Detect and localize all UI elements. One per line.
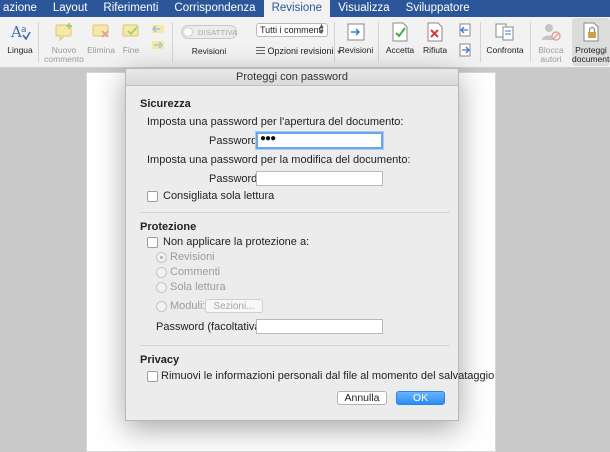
markup-view-select[interactable]: Tutti i commenti ▲ ▼ [256,23,328,37]
separator [480,22,481,62]
protect-revisioni-radio[interactable] [156,252,167,263]
opzioni-revisioni-label: Opzioni revisioni [267,46,334,56]
tab-riferimenti[interactable]: Riferimenti [95,0,166,17]
open-password-field[interactable]: ●●● [256,132,383,149]
protect-moduli-label: Moduli: [170,300,206,312]
previous-change-button[interactable] [457,23,473,39]
options-list-icon [256,47,265,54]
lingua-label: Lingua [7,45,33,55]
accetta-button[interactable]: Accetta [383,21,417,55]
toggle-label: DISATTIVA [198,28,238,37]
confronta-label: Confronta [486,45,524,55]
toggle-knob [183,27,193,37]
separator [38,22,39,62]
markup-view-value: Tutti i commenti [260,25,324,35]
opzioni-revisioni-button[interactable]: Opzioni revisioni ▼ [256,46,342,56]
rifiuta-button[interactable]: Rifiuta [420,21,450,55]
resolve-comment-icon [122,24,139,37]
privacy-heading: Privacy [140,354,180,366]
open-password-description: Imposta una password per l'apertura del … [147,116,404,128]
section-divider [140,345,450,346]
fine-button[interactable]: Fine [118,21,144,55]
confronta-button[interactable]: Confronta [484,21,526,55]
revisioni-pane-button[interactable]: Revisioni [338,21,374,55]
tab-corrispondenza[interactable]: Corrispondenza [166,0,263,17]
sezioni-button[interactable]: Sezioni... [205,299,263,313]
updown-arrows-icon: ▲ ▼ [318,23,325,36]
new-comment-icon [55,23,72,42]
section-divider [140,212,450,213]
accetta-label: Accetta [385,45,415,55]
elimina-button[interactable]: Elimina [86,21,116,55]
track-changes-toggle[interactable]: DISATTIVA [181,25,237,39]
elimina-label: Elimina [87,45,115,55]
tab-visualizza[interactable]: Visualizza [330,0,398,17]
ribbon-toolbar: A a Lingua Nuovo commento Elimina Fine D… [0,17,610,68]
dialog-title: Proteggi con password [126,69,458,86]
sicurezza-heading: Sicurezza [140,98,191,110]
protect-revisioni-label: Revisioni [170,251,215,263]
fine-label: Fine [122,45,140,55]
next-change-button[interactable] [457,43,473,59]
previous-change-icon [459,23,471,37]
tab-layout[interactable]: Layout [45,0,96,17]
arrow-left-icon [152,25,164,33]
protezione-heading: Protezione [140,221,197,233]
password-protect-dialog: Proteggi con password Sicurezza Imposta … [125,68,494,421]
blocca-autori-button[interactable]: Blocca autori [533,21,569,64]
accept-icon [392,22,408,42]
documento-label: documento [572,54,610,64]
optional-password-label: Password (facoltativa): [156,321,268,333]
language-icon: A a [10,23,31,41]
readonly-checkbox[interactable] [147,191,158,202]
open-password-label: Password: [209,135,261,147]
protect-commenti-label: Commenti [170,266,221,278]
ribbon-tab-bar: azione Layout Riferimenti Corrispondenza… [0,0,610,17]
protect-sola-lettura-radio[interactable] [156,282,167,293]
block-authors-icon [542,24,561,41]
next-change-icon [459,43,471,57]
no-protect-checkbox[interactable] [147,237,158,248]
optional-password-field[interactable] [256,319,383,334]
protect-commenti-radio[interactable] [156,267,167,278]
no-protect-label: Non applicare la protezione a: [163,236,310,248]
revisioni-toggle-label: Revisioni [191,46,227,56]
separator [334,22,335,62]
separator [172,22,173,62]
readonly-label: Consigliata sola lettura [163,190,275,202]
separator [378,22,379,62]
autori-label: autori [540,54,562,64]
arrow-right-icon [152,41,164,49]
tab-sviluppatore[interactable]: Sviluppatore [398,0,478,17]
compare-icon [495,23,514,41]
modify-password-field[interactable] [256,171,383,186]
remove-info-checkbox[interactable] [147,371,158,382]
previous-comment-button[interactable] [150,23,166,37]
rifiuta-label: Rifiuta [422,45,448,55]
commento-label: commento [44,54,84,64]
lingua-button[interactable]: A a Lingua [4,21,36,55]
reject-icon [427,22,443,42]
cancel-button[interactable]: Annulla [337,391,387,405]
proteggi-documento-button[interactable]: Proteggi documento [572,18,610,66]
ok-button[interactable]: OK [396,391,445,405]
modify-password-description: Imposta una password per la modifica del… [147,154,411,166]
nuovo-commento-button[interactable]: Nuovo commento [44,21,84,64]
modify-password-label: Password: [209,173,261,185]
protect-moduli-radio[interactable] [156,301,167,312]
svg-text:a: a [21,25,27,35]
tab-formattazione[interactable]: azione [0,0,45,17]
tab-revisione[interactable]: Revisione [263,0,331,17]
separator [530,22,531,62]
next-comment-button[interactable] [150,39,166,53]
protect-sola-lettura-label: Sola lettura [170,281,226,293]
remove-info-label: Rimuovi le informazioni personali dal fi… [161,370,495,382]
protect-document-icon [583,22,599,42]
delete-comment-icon [92,24,109,38]
reviewing-pane-icon [347,23,365,41]
revisioni-button-label: Revisioni [338,45,374,55]
